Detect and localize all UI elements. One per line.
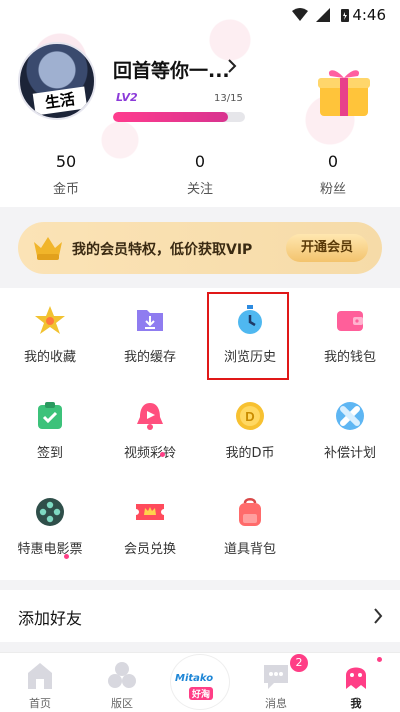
battery-icon xyxy=(341,9,349,22)
add-friend-row[interactable]: 添加好友 xyxy=(0,590,400,642)
check-clipboard-icon xyxy=(38,402,62,429)
add-friend-label: 添加好友 xyxy=(18,609,83,628)
download-folder-icon xyxy=(137,310,163,331)
avatar[interactable]: 生活 xyxy=(18,42,96,120)
level-progress-bar xyxy=(113,112,245,122)
svg-text:D: D xyxy=(245,409,254,424)
logo-text: Mitako xyxy=(175,673,214,684)
tab-board[interactable]: 版区 xyxy=(82,653,162,712)
open-vip-button[interactable]: 开通会员 xyxy=(286,234,368,262)
ticket-crown-icon xyxy=(136,504,164,520)
chevron-right-icon xyxy=(374,608,383,624)
coin-d-icon: D xyxy=(236,402,264,430)
notification-dot xyxy=(160,452,165,457)
menu-label: 视频彩铃 xyxy=(123,446,176,461)
highlight-box xyxy=(207,292,289,380)
tab-home[interactable]: 首页 xyxy=(0,653,80,712)
menu-label: 道具背包 xyxy=(223,542,276,557)
backpack-icon xyxy=(239,498,261,526)
bandage-icon xyxy=(336,402,364,430)
signal-icon xyxy=(316,8,330,22)
notification-dot xyxy=(64,554,69,559)
message-icon xyxy=(264,665,288,689)
profile-header: 4:46 生活 回首等你一... LV2 13/15 50 金币 0 关注 0 … xyxy=(0,0,400,207)
notification-dot xyxy=(377,657,382,662)
level-progress-text: 13/15 xyxy=(214,93,243,104)
menu-video-ringtone[interactable]: 视频彩铃 xyxy=(100,384,200,480)
crown-vip-icon xyxy=(34,237,62,260)
board-icon xyxy=(108,662,136,688)
level-badge: LV2 xyxy=(116,91,138,104)
stat-following[interactable]: 0 关注 xyxy=(160,152,240,197)
stat-label: 粉丝 xyxy=(319,182,346,197)
username[interactable]: 回首等你一... xyxy=(113,56,230,83)
vip-card[interactable]: 我的会员特权，低价获取VIP 开通会员 xyxy=(18,222,382,274)
menu-backpack[interactable]: 道具背包 xyxy=(200,480,300,576)
level-progress-fill xyxy=(113,112,228,122)
menu-compensation[interactable]: 补偿计划 xyxy=(300,384,400,480)
stat-value: 0 xyxy=(194,152,206,171)
avatar-text: 生活 xyxy=(32,86,88,116)
center-logo-button[interactable]: Mitako 好淘 xyxy=(170,654,230,710)
menu-label: 会员兑换 xyxy=(123,542,176,557)
gift-icon[interactable] xyxy=(316,64,372,118)
menu-vip-redeem[interactable]: 会员兑换 xyxy=(100,480,200,576)
menu-label: 我的缓存 xyxy=(123,350,176,365)
menu-wallet[interactable]: 我的钱包 xyxy=(300,288,400,384)
menu-label: 签到 xyxy=(36,446,63,461)
stat-label: 金币 xyxy=(52,182,79,197)
tab-label: 首页 xyxy=(29,697,51,710)
tab-label: 版区 xyxy=(111,697,133,710)
stat-value: 50 xyxy=(55,152,77,171)
tab-label: 我 xyxy=(350,697,362,710)
menu-checkin[interactable]: 签到 xyxy=(0,384,100,480)
wifi-icon xyxy=(292,8,308,21)
menu-cache[interactable]: 我的缓存 xyxy=(100,288,200,384)
menu-label: 补偿计划 xyxy=(323,446,376,461)
wallet-icon xyxy=(337,311,363,331)
tab-label: 消息 xyxy=(265,697,287,710)
menu-d-coin[interactable]: D 我的D币 xyxy=(200,384,300,480)
film-reel-icon xyxy=(36,498,64,526)
home-icon xyxy=(28,663,52,689)
status-time: 4:46 xyxy=(352,6,386,24)
menu-label: 我的D币 xyxy=(225,446,275,461)
menu-label: 特惠电影票 xyxy=(17,542,83,557)
status-bar: 4:46 xyxy=(0,0,400,30)
logo-subtext: 好淘 xyxy=(189,687,214,700)
bell-play-icon xyxy=(137,403,163,430)
star-icon xyxy=(35,306,65,334)
menu-movie-ticket[interactable]: 特惠电影票 xyxy=(0,480,100,576)
messages-badge: 2 xyxy=(290,654,308,672)
menu-label: 我的收藏 xyxy=(23,350,76,365)
stats-row: 50 金币 0 关注 0 粉丝 xyxy=(0,152,400,202)
stat-coins[interactable]: 50 金币 xyxy=(26,152,106,197)
vip-promo-text: 我的会员特权，低价获取VIP xyxy=(72,242,253,258)
tab-me[interactable]: 我 xyxy=(316,653,396,712)
menu-label: 我的钱包 xyxy=(323,350,376,365)
stat-label: 关注 xyxy=(186,182,213,197)
me-icon xyxy=(346,667,366,689)
stat-value: 0 xyxy=(327,152,339,171)
menu-favorites[interactable]: 我的收藏 xyxy=(0,288,100,384)
feature-grid: 我的收藏 我的缓存 浏览历史 我的钱包 签到 视频彩铃 D 我的D币 补偿计划 … xyxy=(0,288,400,580)
stat-fans[interactable]: 0 粉丝 xyxy=(293,152,373,197)
chevron-right-icon[interactable] xyxy=(226,58,238,74)
